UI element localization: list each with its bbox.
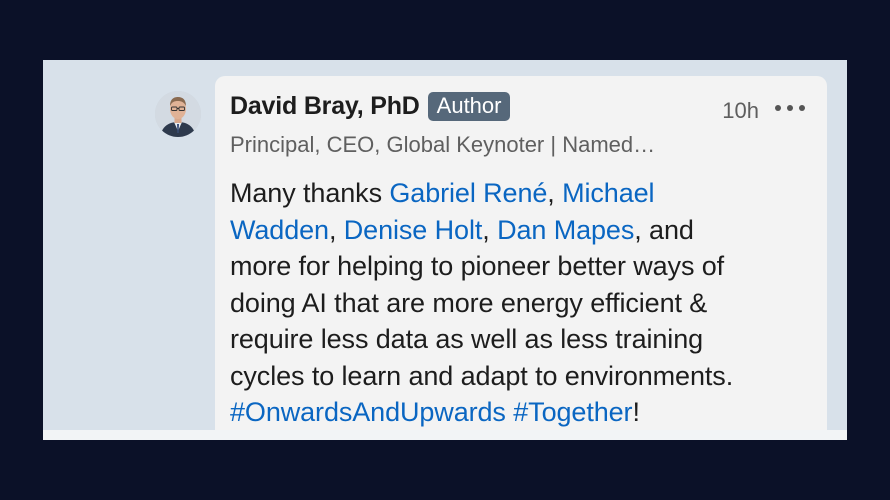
comment-screenshot: David Bray, PhD Author 10h Principal, CE… — [43, 60, 847, 440]
bottom-edge — [43, 430, 847, 440]
body-text: doing AI that are more energy efficient … — [230, 287, 708, 318]
comment-bubble: David Bray, PhD Author 10h Principal, CE… — [215, 76, 827, 440]
mention-link[interactable]: Dan Mapes — [497, 215, 634, 245]
comment-body: Many thanks Gabriel René, Michael Wadden,… — [230, 175, 815, 431]
mention-link[interactable]: Michael — [562, 178, 654, 208]
author-headline: Principal, CEO, Global Keynoter | Named… — [230, 132, 656, 157]
more-options-button[interactable] — [775, 96, 805, 120]
author-badge: Author — [427, 92, 511, 121]
body-text: , — [328, 214, 344, 245]
mention-link[interactable]: Denise Holt — [344, 215, 483, 245]
comment-header: David Bray, PhD Author — [230, 92, 511, 121]
body-text: Many thanks — [230, 178, 390, 208]
mention-link[interactable]: Gabriel René — [389, 178, 547, 208]
avatar-photo — [155, 91, 201, 137]
hashtag-link[interactable]: #Together — [513, 397, 632, 427]
body-text: , — [482, 214, 498, 245]
body-text: more for helping to pioneer better ways … — [230, 251, 725, 281]
author-avatar[interactable] — [155, 91, 201, 137]
body-text: ! — [632, 397, 640, 427]
comment-timestamp: 10h — [722, 98, 759, 123]
more-horizontal-icon-dot — [787, 105, 793, 111]
author-name[interactable]: David Bray, PhD — [230, 92, 420, 121]
more-horizontal-icon — [775, 105, 781, 111]
body-text: cycles to learn and adapt to environment… — [230, 360, 734, 391]
body-text: require less data as well as less traini… — [230, 324, 704, 354]
hashtag-link[interactable]: #OnwardsAndUpwards — [230, 397, 506, 427]
body-text: , and — [634, 214, 694, 245]
mention-link[interactable]: Wadden — [230, 215, 329, 245]
more-horizontal-icon-dot — [799, 105, 805, 111]
body-text: , — [547, 178, 563, 208]
